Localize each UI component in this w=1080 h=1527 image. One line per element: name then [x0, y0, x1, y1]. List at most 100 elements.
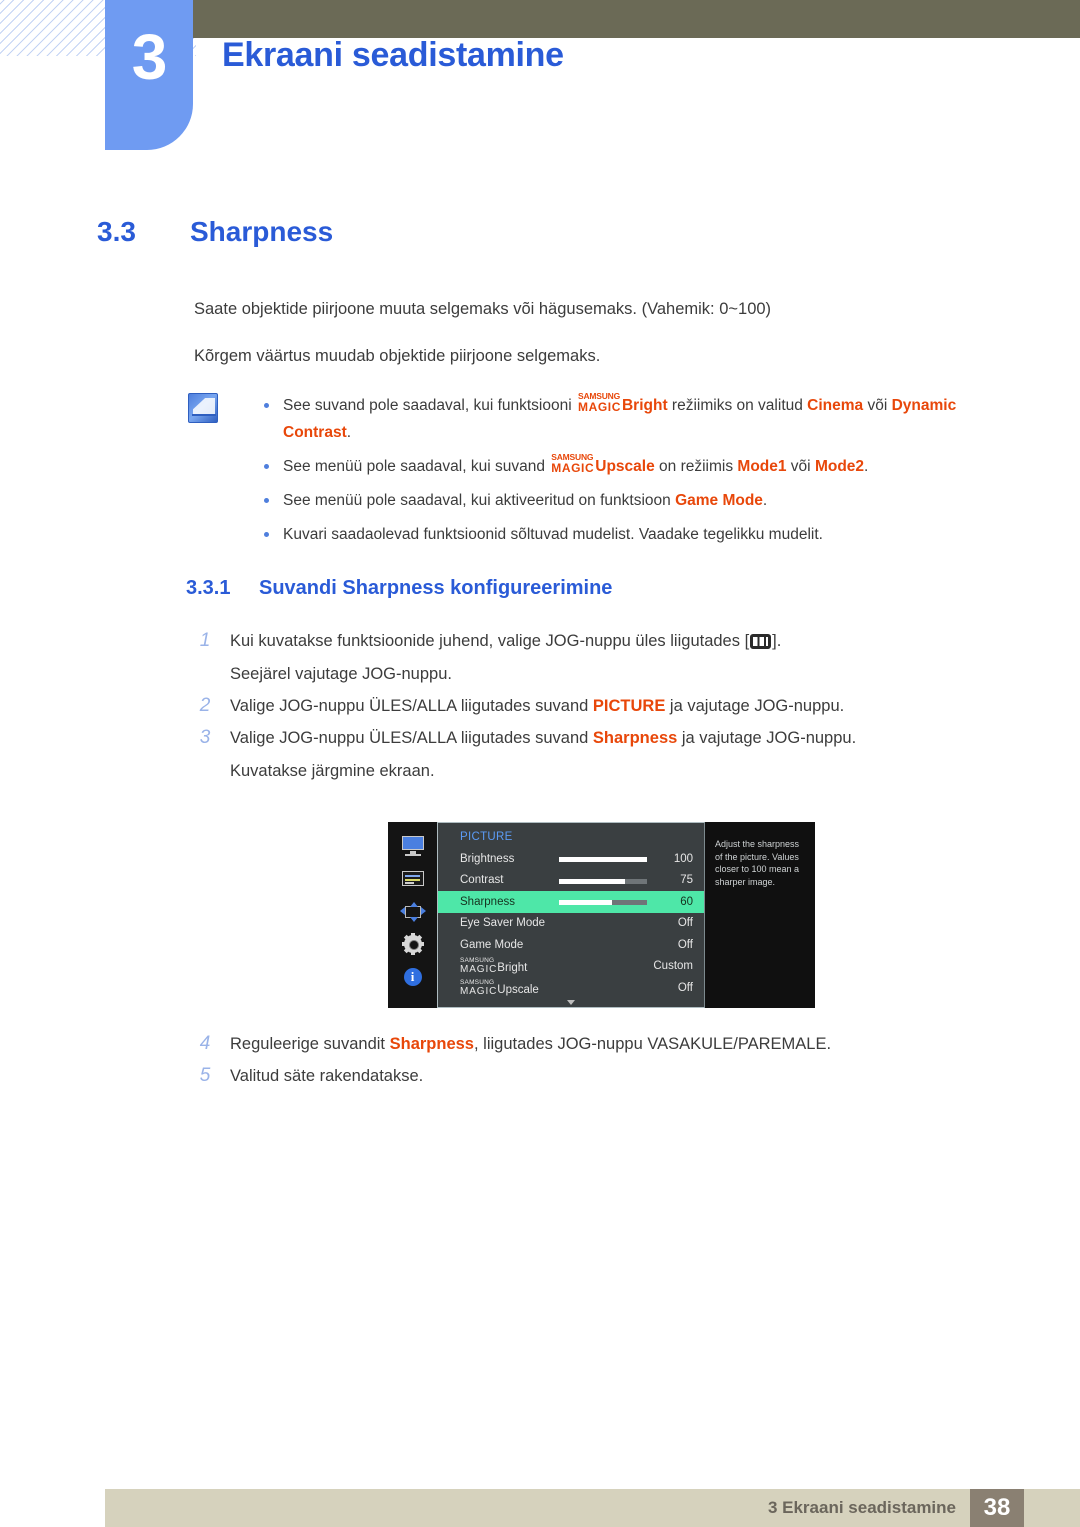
note-bullet-item: See menüü pole saadaval, kui suvand SAMS…	[255, 453, 1015, 480]
bullet-text-pre: See menüü pole saadaval, kui aktiveeritu…	[283, 492, 676, 509]
section-paragraph-2: Kõrgem väärtus muudab objektide piirjoon…	[194, 347, 601, 365]
step-text-post: ja vajutage JOG-nuppu.	[677, 729, 857, 747]
osd-row-label: SAMSUNG MAGIC Upscale	[460, 979, 560, 997]
osd-row-contrast[interactable]: Contrast 75	[438, 870, 704, 892]
step-item: 3 Valige JOG-nuppu ÜLES/ALLA liigutades …	[194, 725, 1014, 784]
bullet-text-mid: on režiimis	[654, 458, 738, 475]
highlight-picture: PICTURE	[592, 697, 666, 715]
chapter-title: Ekraani seadistamine	[222, 36, 564, 74]
magic-superscript: SAMSUNG	[460, 957, 495, 965]
information-icon[interactable]: i	[400, 968, 426, 988]
osd-row-value: Off	[677, 938, 693, 951]
osd-row-slider[interactable]	[559, 857, 647, 862]
bullet-text-pre: Kuvari saadaolevad funktsioonid sõltuvad…	[283, 526, 823, 543]
step-text: Valitud säte rakendatakse.	[230, 1067, 423, 1085]
jog-menu-icon	[750, 634, 772, 649]
step-text: Valige JOG-nuppu ÜLES/ALLA liigutades su…	[230, 729, 1014, 784]
samsung-magic-logo: SAMSUNG MAGIC	[460, 979, 497, 997]
section-paragraph-1: Saate objektide piirjoone muuta selgemak…	[194, 300, 772, 318]
note-bullet-list: See suvand pole saadaval, kui funktsioon…	[255, 392, 1015, 555]
step-text: Kui kuvatakse funktsioonide juhend, vali…	[230, 632, 1014, 687]
step-text-pre: Valige JOG-nuppu ÜLES/ALLA liigutades su…	[230, 729, 593, 747]
step-item: 4 Reguleerige suvandit Sharpness, liigut…	[194, 1031, 1014, 1057]
step-text-line2: Kuvatakse järgmine ekraan.	[230, 762, 435, 780]
step-text-pre: Reguleerige suvandit	[230, 1035, 390, 1053]
onscreen-display-icon[interactable]	[400, 869, 426, 889]
osd-tooltip-text: Adjust the sharpness of the picture. Val…	[705, 822, 815, 1008]
chapter-number: 3	[131, 21, 168, 93]
osd-row-value: 75	[680, 874, 693, 887]
bullet-text-mid: režiimiks on valitud	[667, 397, 808, 414]
setup-gear-icon[interactable]	[400, 933, 426, 955]
step-text-pre: Kui kuvatakse funktsioonide juhend, vali…	[230, 632, 750, 650]
note-pen-icon	[188, 393, 218, 423]
osd-row-slider[interactable]	[559, 900, 647, 905]
osd-row-slider[interactable]	[559, 878, 647, 884]
osd-row-value: Off	[677, 981, 693, 994]
bullet-text-post: .	[346, 424, 352, 441]
bullet-conjunction: või	[786, 458, 815, 475]
magic-feature-word: Upscale	[497, 983, 539, 996]
step-item: 1 Kui kuvatakse funktsioonide juhend, va…	[194, 628, 1014, 687]
step-text-post: , liigutades JOG-nuppu VASAKULE/PAREMALE…	[473, 1035, 832, 1053]
osd-row-label: Eye Saver Mode	[460, 917, 546, 930]
highlight-cinema: Cinema	[807, 397, 864, 414]
samsung-magic-logo: SAMSUNG MAGIC	[551, 453, 594, 475]
monitor-picture-icon[interactable]	[400, 836, 426, 856]
chevron-down-icon[interactable]	[567, 1000, 575, 1005]
subsection-title: Suvandi Sharpness konfigureerimine	[259, 577, 613, 599]
magic-feature-word: Bright	[497, 962, 528, 975]
osd-row-label: Sharpness	[460, 895, 515, 908]
step-number: 2	[199, 695, 211, 716]
step-number: 3	[199, 727, 211, 748]
step-list-continued: 4 Reguleerige suvandit Sharpness, liigut…	[194, 1031, 1014, 1095]
bullet-text-post: .	[864, 458, 869, 475]
samsung-magic-logo: SAMSUNG MAGIC	[460, 957, 497, 975]
section-title: Sharpness	[190, 216, 334, 247]
subsection-number: 3.3.1	[186, 577, 231, 599]
step-text-post: ja vajutage JOG-nuppu.	[665, 697, 845, 715]
samsung-magic-logo: SAMSUNG MAGIC	[577, 392, 621, 414]
osd-row-brightness[interactable]: Brightness 100	[438, 848, 704, 870]
osd-row-magicbright[interactable]: SAMSUNG MAGIC Bright Custom	[438, 956, 704, 978]
note-bullet-item: See menüü pole saadaval, kui aktiveeritu…	[255, 487, 1015, 514]
step-text: Reguleerige suvandit Sharpness, liigutad…	[230, 1035, 831, 1053]
highlight-mode2: Mode2	[814, 458, 865, 475]
osd-row-label: SAMSUNG MAGIC Bright	[460, 957, 560, 975]
footer-chapter-label: 3 Ekraani seadistamine	[767, 1498, 956, 1517]
highlight-sharpness: Sharpness	[389, 1035, 474, 1053]
highlight-game-mode: Game Mode	[675, 492, 763, 509]
step-number: 1	[199, 630, 211, 651]
osd-row-value: Off	[677, 917, 693, 930]
subsection-heading: 3.3.1 Suvandi Sharpness konfigureerimine	[186, 577, 612, 600]
osd-row-eye-saver-mode[interactable]: Eye Saver Mode Off	[438, 913, 704, 935]
bullet-text-post: .	[762, 492, 768, 509]
osd-row-label: Brightness	[460, 852, 515, 865]
osd-row-sharpness[interactable]: Sharpness 60	[438, 891, 704, 913]
system-arrows-icon[interactable]	[399, 902, 426, 922]
step-number: 4	[199, 1033, 211, 1054]
osd-row-value: 60	[680, 895, 693, 908]
section-heading: 3.3 Sharpness	[97, 216, 333, 248]
step-text-pre: Valige JOG-nuppu ÜLES/ALLA liigutades su…	[230, 697, 593, 715]
note-bullet-item: Kuvari saadaolevad funktsioonid sõltuvad…	[255, 521, 1015, 548]
highlight-mode1: Mode1	[737, 458, 787, 475]
osd-row-label: Game Mode	[460, 938, 524, 951]
osd-row-magicupscale[interactable]: SAMSUNG MAGIC Upscale Off	[438, 977, 704, 999]
magic-superscript: SAMSUNG	[460, 978, 495, 986]
osd-menu-screenshot: i PICTURE Brightness 100 Contrast 75 Sha…	[388, 822, 815, 1008]
magic-main: MAGIC	[460, 964, 498, 976]
section-number: 3.3	[97, 216, 136, 247]
footer-page-number: 38	[970, 1489, 1024, 1527]
step-item: 5 Valitud säte rakendatakse.	[194, 1063, 1014, 1089]
magic-main: MAGIC	[460, 985, 498, 997]
bullet-conjunction: või	[863, 397, 892, 414]
step-list: 1 Kui kuvatakse funktsioonide juhend, va…	[194, 628, 1014, 790]
highlight-sharpness: Sharpness	[592, 729, 678, 747]
step-text-post: ].	[772, 632, 782, 650]
osd-menu-title: PICTURE	[460, 831, 513, 843]
bullet-text-pre: See suvand pole saadaval, kui funktsioon…	[283, 397, 576, 414]
magic-feature-word: Bright	[621, 397, 668, 414]
osd-row-game-mode[interactable]: Game Mode Off	[438, 934, 704, 956]
magic-main: MAGIC	[577, 400, 621, 414]
